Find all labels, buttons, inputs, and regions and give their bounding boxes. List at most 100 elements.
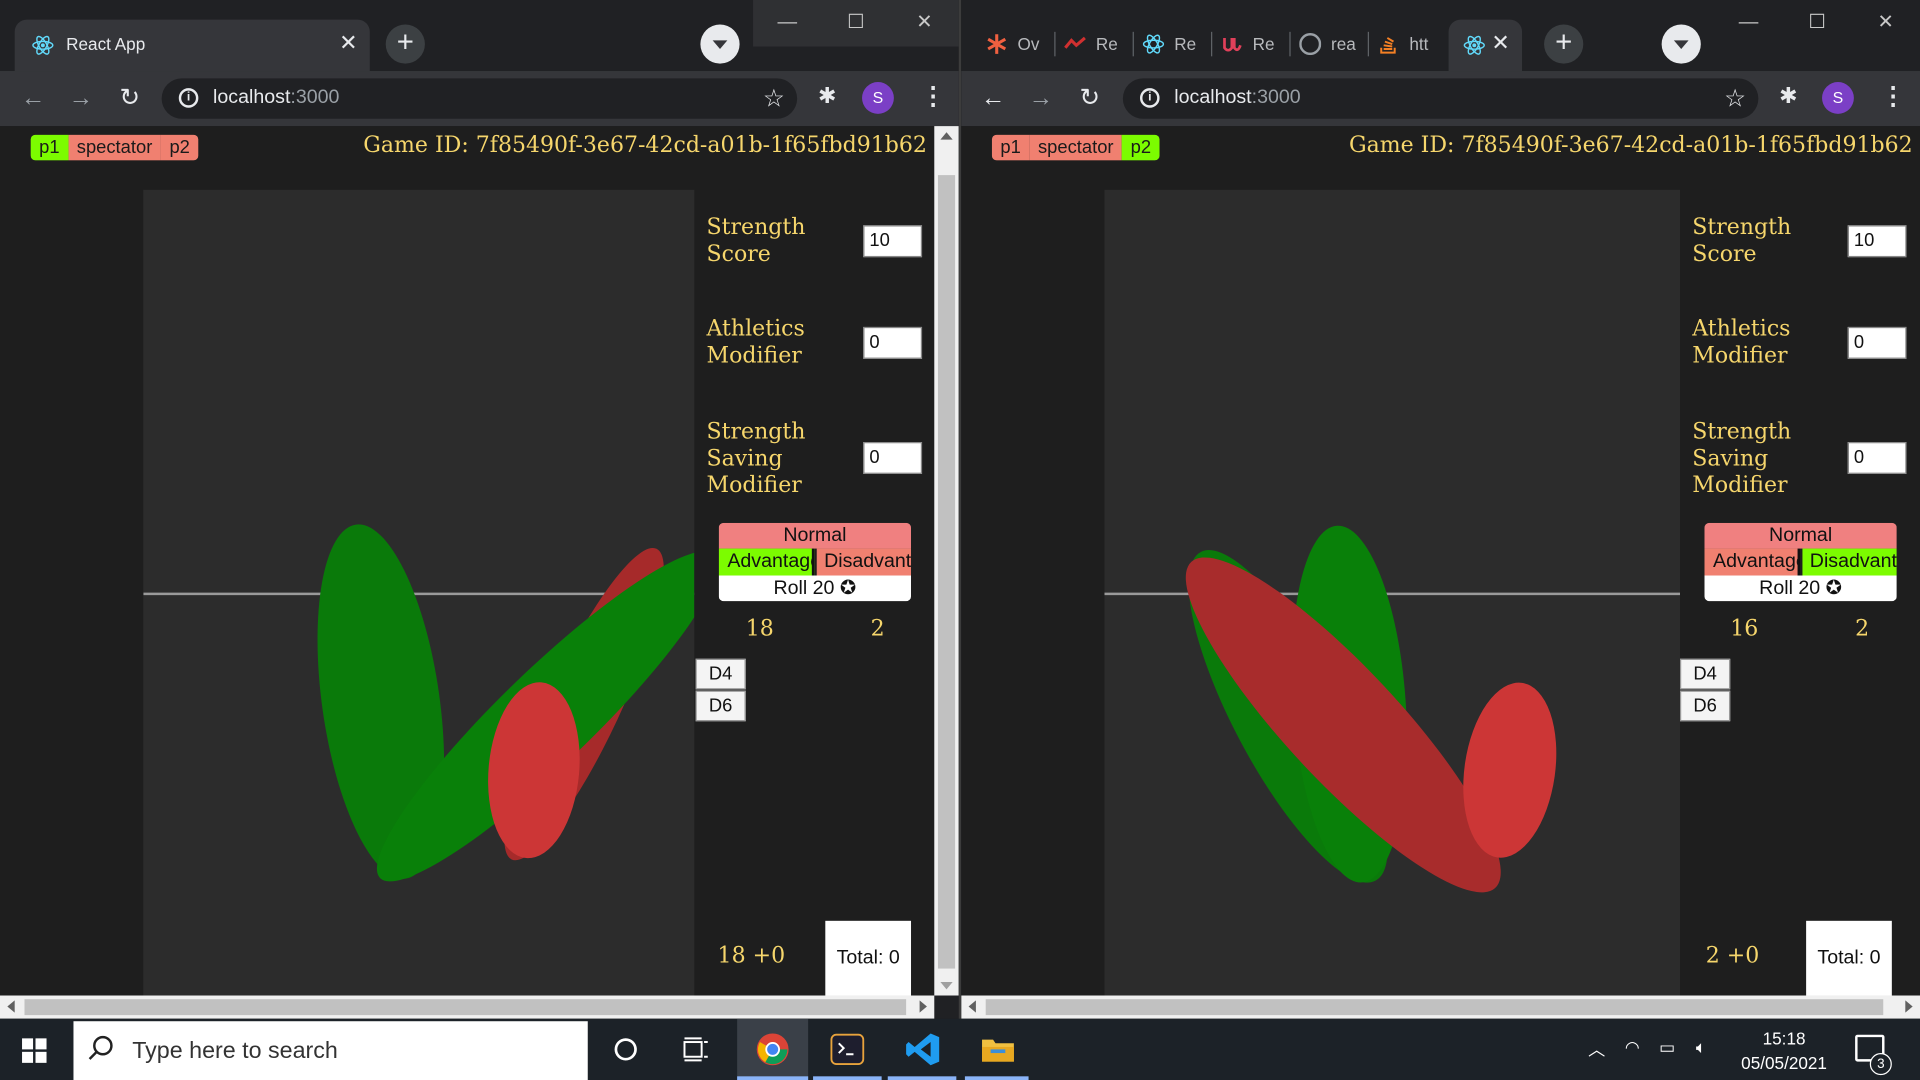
die-result-b: 2 [870,615,885,642]
tab-re-1[interactable]: Re [1064,27,1125,64]
close-tab-icon[interactable]: ✕ [1491,31,1509,57]
stackoverflow-icon [1380,37,1396,54]
strength-saving-input[interactable]: 0 [863,442,923,474]
bookmark-star-icon[interactable]: ☆ [1724,83,1746,114]
reload-icon[interactable]: ↻ [1074,82,1106,114]
normal-roll-button[interactable]: Normal [718,522,912,549]
close-window-button[interactable]: ✕ [1851,0,1920,47]
d6-button[interactable]: D6 [695,690,746,722]
minimize-button[interactable]: — [753,0,822,47]
role-p2[interactable]: p2 [1122,134,1160,161]
extensions-puzzle-icon[interactable]: ✱ [1779,83,1797,109]
strength-score-input[interactable]: 10 [1847,225,1907,258]
strength-saving-input[interactable]: 0 [1847,442,1907,474]
tab-title: React App [66,34,146,54]
vertical-scrollbar[interactable] [934,126,959,996]
menu-kebab-icon[interactable]: ⋮ [921,81,945,112]
chrome-icon[interactable] [754,1031,791,1068]
minimize-button[interactable]: — [1714,0,1783,47]
d4-button[interactable]: D4 [695,658,746,690]
d4-button[interactable]: D4 [1680,658,1731,690]
role-spectator[interactable]: spectator [1029,134,1123,161]
file-explorer-icon[interactable] [980,1031,1017,1068]
show-hidden-icons-chevron-icon[interactable]: ︿ [1588,1037,1605,1061]
close-tab-icon[interactable]: ✕ [339,31,357,57]
wifi-icon[interactable]: ◠ [1625,1037,1640,1058]
role-spectator[interactable]: spectator [68,134,161,161]
info-icon[interactable]: i [178,88,199,108]
game-id: Game ID: 7f85490f-3e67-42cd-a01b-1f65fbd… [363,132,927,158]
taskbar-search-box[interactable]: Type here to search [73,1021,588,1080]
disadvantage-button[interactable]: Disadvantage [816,548,912,576]
volume-icon[interactable]: 🔈︎ [1696,1037,1706,1058]
horizontal-scrollbar[interactable] [961,995,1920,1019]
reload-icon[interactable]: ↻ [114,82,146,114]
back-icon[interactable]: ← [977,82,1009,114]
url-port: :3000 [290,86,340,108]
dice-board [1104,189,1681,996]
disadvantage-button[interactable]: Disadvantage [1802,548,1897,576]
dice-board [143,189,695,996]
normal-roll-button[interactable]: Normal [1704,522,1897,549]
tab-strip: Ov Re Re Re rea htt ✕ + — ☐ ✕ [961,0,1920,72]
browser-toolbar: ← → ↻ i localhost:3000 ☆ ✱ S ⋮ [0,71,959,127]
profile-avatar[interactable]: S [1822,82,1854,114]
address-bar[interactable]: i localhost:3000 ☆ [1122,78,1759,119]
menu-kebab-icon[interactable]: ⋮ [1881,81,1905,112]
advantage-button[interactable]: Advantage [1704,548,1801,576]
tab-ov[interactable]: Ov [986,27,1047,64]
extensions-puzzle-icon[interactable]: ✱ [818,83,836,109]
notification-count-badge: 3 [1869,1053,1892,1076]
roll-20-button[interactable]: Roll 20 ✪ [718,575,912,602]
windows-taskbar: Type here to search ︿ ◠ ▭ 🔈︎ 15:18 05/05… [0,1018,1920,1080]
athletics-modifier-input[interactable]: 0 [863,326,923,359]
tab-htt[interactable]: htt [1378,27,1439,64]
battery-icon[interactable]: ▭ [1659,1037,1675,1058]
tab-search-button[interactable] [1661,24,1701,64]
advantage-button[interactable]: Advantage [718,548,815,576]
search-icon [93,1035,113,1056]
windows-start-icon[interactable] [22,1038,47,1063]
game-page: p1 spectator p2 Game ID: 7f85490f-3e67-4… [0,126,935,996]
profile-avatar[interactable]: S [862,82,894,114]
athletics-modifier-input[interactable]: 0 [1847,326,1907,359]
taskbar-clock[interactable]: 15:18 05/05/2021 [1730,1026,1838,1075]
clock-date: 05/05/2021 [1741,1053,1827,1073]
cortana-icon[interactable] [607,1031,644,1068]
roll-mode-panel: Normal Advantage Disadvantage Roll 20 ✪ [1704,522,1897,602]
forward-icon[interactable]: → [65,82,97,114]
strength-score-label: Strength Score [1692,214,1792,267]
new-tab-button[interactable]: + [1544,24,1584,64]
react-icon [1142,34,1165,54]
die-result-b: 2 [1855,615,1870,642]
tab-re-3[interactable]: Re [1221,27,1282,64]
d6-button[interactable]: D6 [1680,690,1731,722]
bookmark-star-icon[interactable]: ☆ [763,83,785,114]
tab-rea[interactable]: rea [1299,27,1360,64]
terminal-icon[interactable] [829,1031,866,1068]
role-p2[interactable]: p2 [160,134,199,161]
tab-re-2[interactable]: Re [1142,27,1203,64]
tab-react-app-active[interactable]: ✕ [1448,19,1523,72]
tab-react-app[interactable]: React App ✕ [14,19,370,72]
roll-20-button[interactable]: Roll 20 ✪ [1704,575,1897,602]
role-p1[interactable]: p1 [30,134,69,161]
athletics-modifier-label: Athletics Modifier [706,315,805,369]
new-tab-button[interactable]: + [385,24,425,64]
task-view-icon[interactable] [677,1031,714,1068]
roll-sum: 18 +0 [717,942,786,969]
react-icon [32,35,54,55]
maximize-button[interactable]: ☐ [1783,0,1852,47]
forward-icon[interactable]: → [1025,82,1057,114]
address-bar[interactable]: i localhost:3000 ☆ [161,78,798,119]
horizontal-scrollbar[interactable] [0,995,935,1019]
maximize-button[interactable]: ☐ [822,0,891,47]
role-p1[interactable]: p1 [991,134,1030,161]
vscode-icon[interactable] [905,1031,942,1068]
back-icon[interactable]: ← [17,82,49,114]
close-window-button[interactable]: ✕ [890,0,959,47]
tab-search-button[interactable] [700,24,740,64]
url-host: localhost [213,86,291,108]
strength-score-input[interactable]: 10 [863,225,923,258]
info-icon[interactable]: i [1140,88,1160,108]
